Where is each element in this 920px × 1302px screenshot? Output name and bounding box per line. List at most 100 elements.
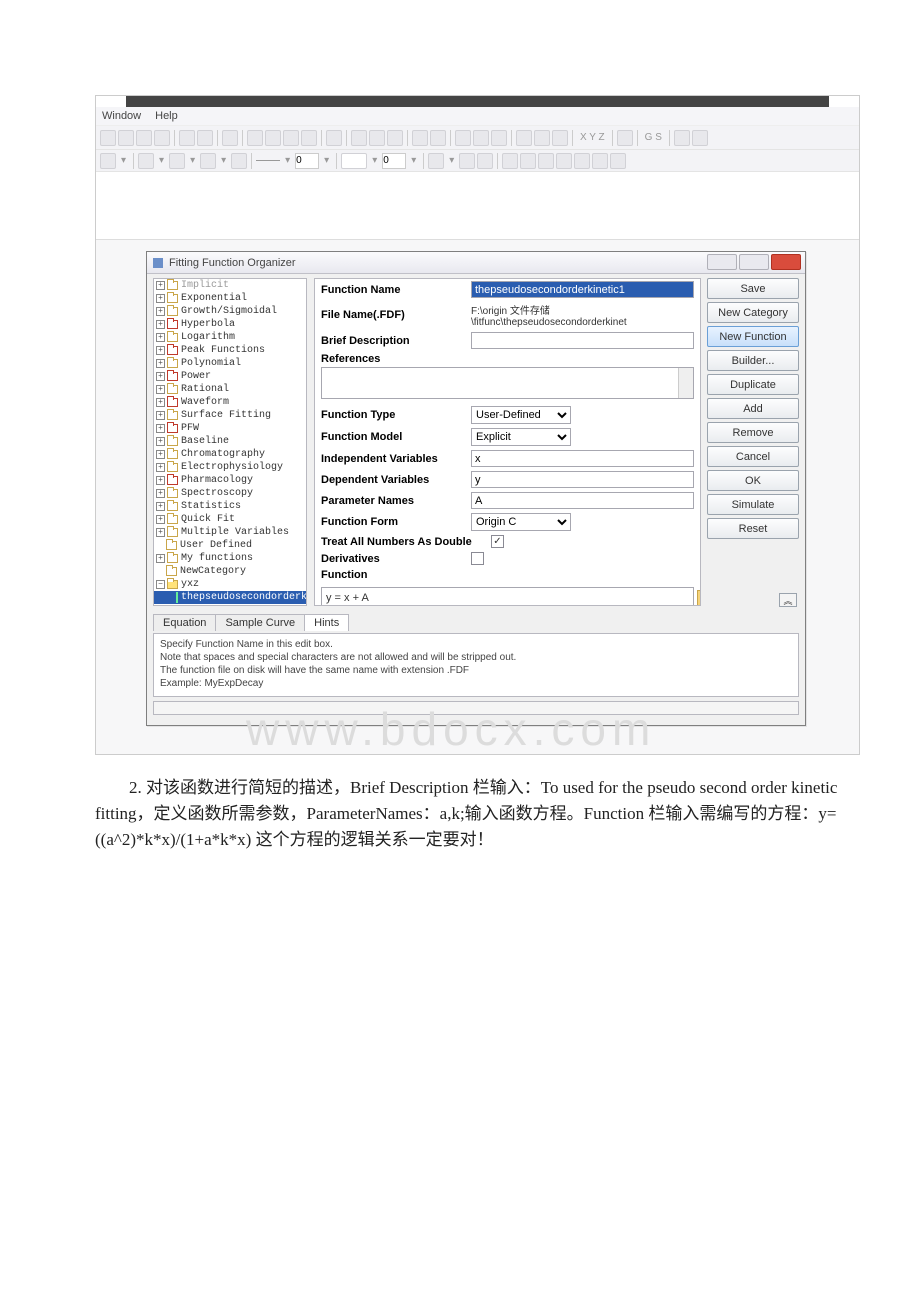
- tree-item[interactable]: Hyperbola: [181, 318, 235, 331]
- toolbar-icon[interactable]: [428, 153, 444, 169]
- toolbar-icon[interactable]: [197, 130, 213, 146]
- collapse-icon[interactable]: −: [156, 580, 165, 589]
- references-box[interactable]: [321, 367, 694, 399]
- toolbar-icon[interactable]: [100, 153, 116, 169]
- toolbar-icon[interactable]: [552, 130, 568, 146]
- toolbar-icon[interactable]: [430, 130, 446, 146]
- expand-icon[interactable]: +: [156, 333, 165, 342]
- function-type-select[interactable]: User-Defined: [471, 406, 571, 424]
- expand-icon[interactable]: +: [156, 281, 165, 290]
- toolbar-icon[interactable]: [154, 130, 170, 146]
- expand-icon[interactable]: +: [156, 515, 165, 524]
- toolbar-icon[interactable]: [136, 130, 152, 146]
- expand-icon[interactable]: +: [156, 346, 165, 355]
- tree-item[interactable]: Logarithm: [181, 331, 235, 344]
- tree-item-selected[interactable]: thepseudosecondorderkin: [181, 591, 307, 604]
- expand-icon[interactable]: +: [156, 372, 165, 381]
- tree-item[interactable]: Rational: [181, 383, 229, 396]
- toolbar-icon[interactable]: [169, 153, 185, 169]
- edit-function-icon[interactable]: [697, 590, 701, 606]
- toolbar-icon[interactable]: [455, 130, 471, 146]
- function-textarea[interactable]: y = x + A: [321, 587, 694, 606]
- tab-sample[interactable]: Sample Curve: [215, 614, 305, 631]
- toolbar-icon[interactable]: [118, 130, 134, 146]
- toolbar-icon[interactable]: [369, 130, 385, 146]
- expand-icon[interactable]: +: [156, 476, 165, 485]
- toolbar-icon[interactable]: [138, 153, 154, 169]
- size-input-1[interactable]: [295, 153, 319, 169]
- size-input-2[interactable]: [382, 153, 406, 169]
- toolbar-icon[interactable]: [502, 153, 518, 169]
- ok-button[interactable]: OK: [707, 470, 799, 491]
- toolbar-icon[interactable]: [412, 130, 428, 146]
- xyz-label[interactable]: X Y Z: [577, 132, 608, 143]
- category-tree[interactable]: +Implicit +Exponential+Growth/Sigmoidal+…: [153, 278, 307, 606]
- menu-window[interactable]: Window: [102, 110, 141, 122]
- close-button[interactable]: [771, 254, 801, 270]
- tree-item[interactable]: Chromatography: [181, 448, 265, 461]
- toolbar-icon[interactable]: [179, 130, 195, 146]
- indep-input[interactable]: [471, 450, 694, 467]
- duplicate-button[interactable]: Duplicate: [707, 374, 799, 395]
- tree-item[interactable]: Peak Functions: [181, 344, 265, 357]
- dialog-titlebar[interactable]: Fitting Function Organizer: [147, 252, 805, 274]
- toolbar-icon[interactable]: [692, 130, 708, 146]
- expand-icon[interactable]: +: [156, 437, 165, 446]
- brief-desc-input[interactable]: [471, 332, 694, 349]
- toolbar-icon[interactable]: [387, 130, 403, 146]
- toolbar-icon[interactable]: [520, 153, 536, 169]
- expand-icon[interactable]: +: [156, 294, 165, 303]
- toolbar-icon[interactable]: [674, 130, 690, 146]
- tree-item[interactable]: Waveform: [181, 396, 229, 409]
- toolbar-icon[interactable]: [574, 153, 590, 169]
- expand-icon[interactable]: +: [156, 463, 165, 472]
- toolbar-icon[interactable]: [247, 130, 263, 146]
- params-input[interactable]: [471, 492, 694, 509]
- tree-item[interactable]: Polynomial: [181, 357, 241, 370]
- tree-item[interactable]: My functions: [181, 552, 253, 565]
- dep-input[interactable]: [471, 471, 694, 488]
- save-button[interactable]: Save: [707, 278, 799, 299]
- toolbar-icon[interactable]: [491, 130, 507, 146]
- builder-button[interactable]: Builder...: [707, 350, 799, 371]
- tree-item[interactable]: Power: [181, 370, 211, 383]
- derivatives-checkbox[interactable]: [471, 552, 484, 565]
- tree-item[interactable]: Multiple Variables: [181, 526, 289, 539]
- simulate-button[interactable]: Simulate: [707, 494, 799, 515]
- new-category-button[interactable]: New Category: [707, 302, 799, 323]
- tree-item[interactable]: Pharmacology: [181, 474, 253, 487]
- function-model-select[interactable]: Explicit: [471, 428, 571, 446]
- reset-button[interactable]: Reset: [707, 518, 799, 539]
- toolbar-icon[interactable]: [592, 153, 608, 169]
- tree-item[interactable]: Statistics: [181, 500, 241, 513]
- toolbar-icon[interactable]: [100, 130, 116, 146]
- expand-icon[interactable]: +: [156, 528, 165, 537]
- function-form-select[interactable]: Origin C: [471, 513, 571, 531]
- toolbar-icon[interactable]: [473, 130, 489, 146]
- toolbar-icon[interactable]: [222, 130, 238, 146]
- tab-hints[interactable]: Hints: [304, 614, 349, 631]
- rect-icon[interactable]: [341, 153, 367, 169]
- toolbar-icon[interactable]: [231, 153, 247, 169]
- collapse-button[interactable]: ︽: [779, 593, 797, 607]
- add-button[interactable]: Add: [707, 398, 799, 419]
- toolbar-icon[interactable]: [516, 130, 532, 146]
- line-style[interactable]: [256, 160, 280, 161]
- tree-item[interactable]: Electrophysiology: [181, 461, 283, 474]
- remove-button[interactable]: Remove: [707, 422, 799, 443]
- toolbar-icon[interactable]: [617, 130, 633, 146]
- toolbar-icon[interactable]: [477, 153, 493, 169]
- cancel-button[interactable]: Cancel: [707, 446, 799, 467]
- toolbar-icon[interactable]: [556, 153, 572, 169]
- new-function-button[interactable]: New Function: [707, 326, 799, 347]
- expand-icon[interactable]: +: [156, 450, 165, 459]
- expand-icon[interactable]: +: [156, 554, 165, 563]
- tree-item[interactable]: Exponential: [181, 292, 247, 305]
- tree-item[interactable]: yxz: [181, 578, 199, 591]
- expand-icon[interactable]: +: [156, 489, 165, 498]
- treat-double-checkbox[interactable]: ✓: [491, 535, 504, 548]
- tree-item[interactable]: Growth/Sigmoidal: [181, 305, 277, 318]
- expand-icon[interactable]: +: [156, 359, 165, 368]
- function-name-input[interactable]: [471, 281, 694, 298]
- expand-icon[interactable]: +: [156, 307, 165, 316]
